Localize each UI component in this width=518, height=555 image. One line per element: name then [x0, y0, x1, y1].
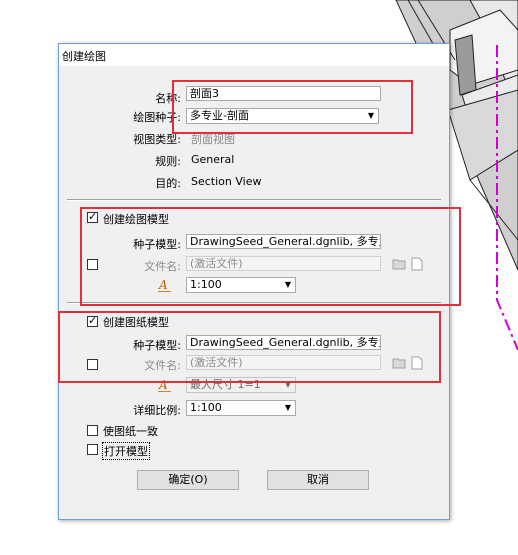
- detail-scale-value: 1:100: [190, 401, 222, 414]
- view-type-label: 视图类型:: [133, 133, 181, 146]
- chevron-down-icon: ▼: [284, 403, 291, 412]
- open-model-checkbox[interactable]: [87, 444, 98, 455]
- highlight-box-sheet-model: [58, 311, 441, 383]
- make-consistent-label: 使图纸一致: [103, 425, 158, 438]
- cancel-button[interactable]: 取消: [267, 470, 369, 490]
- rule-label: 规则:: [155, 155, 181, 168]
- highlight-box-name-seed: [172, 80, 413, 134]
- dialog-titlebar: 创建绘图: [59, 44, 449, 66]
- make-consistent-checkbox[interactable]: [87, 425, 98, 436]
- detail-scale-select[interactable]: 1:100 ▼: [186, 400, 296, 416]
- drawing-seed-label: 绘图种子:: [133, 111, 181, 124]
- dialog-title: 创建绘图: [62, 50, 106, 63]
- rule-value: General: [191, 153, 235, 166]
- detail-scale-label: 详细比例:: [133, 404, 181, 417]
- separator: [67, 199, 441, 201]
- highlight-box-drawing-model: [80, 207, 461, 306]
- open-model-label: 打开模型: [102, 442, 150, 460]
- purpose-label: 目的:: [155, 177, 181, 190]
- purpose-value: Section View: [191, 175, 262, 188]
- ok-button[interactable]: 确定(O): [137, 470, 239, 490]
